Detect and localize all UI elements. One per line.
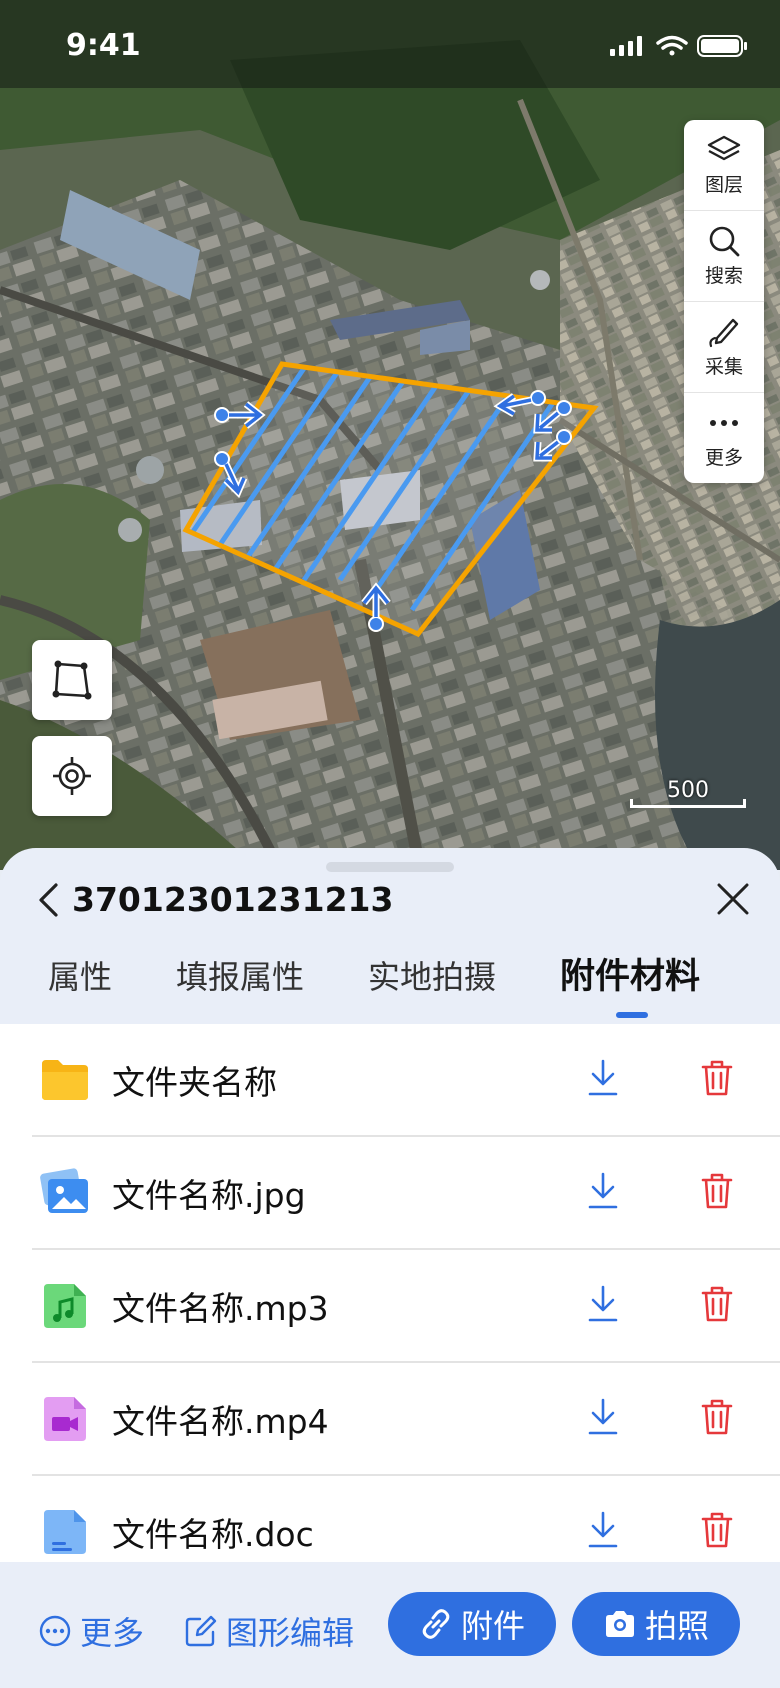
file-name: 文件夹名称 bbox=[112, 1063, 277, 1102]
attachment-list: 文件夹名称 文件名称.jpg 文件名称.mp3 文件名称.mp4 文件名称.do… bbox=[0, 1024, 780, 1564]
search-icon bbox=[709, 226, 740, 256]
attachment-button[interactable]: 附件 bbox=[388, 1592, 556, 1656]
take-photo-label: 拍照 bbox=[644, 1607, 709, 1645]
locate-icon bbox=[53, 757, 91, 795]
tool-more[interactable]: 更多 bbox=[684, 393, 764, 483]
cellular-signal-icon bbox=[610, 36, 642, 56]
trash-icon[interactable] bbox=[700, 1284, 734, 1324]
tab-field-photos[interactable]: 实地拍摄 bbox=[368, 952, 496, 998]
file-name: 文件名称.doc bbox=[112, 1515, 314, 1554]
polygon-draw-icon bbox=[52, 660, 92, 700]
tool-layers[interactable]: 图层 bbox=[684, 120, 764, 211]
download-icon[interactable] bbox=[586, 1171, 620, 1211]
trash-icon[interactable] bbox=[700, 1510, 734, 1550]
edit-icon bbox=[185, 1615, 217, 1647]
trash-icon[interactable] bbox=[700, 1397, 734, 1437]
back-button[interactable] bbox=[36, 882, 60, 922]
detail-sheet: 37012301231213 属性 填报属性 实地拍摄 附件材料 文件夹名称 文… bbox=[0, 848, 780, 1688]
tool-collect[interactable]: 采集 bbox=[684, 302, 764, 393]
take-photo-button[interactable]: 拍照 bbox=[572, 1592, 740, 1656]
tab-reported-attributes[interactable]: 填报属性 bbox=[176, 952, 304, 998]
status-time: 9:41 bbox=[66, 28, 141, 63]
tool-search[interactable]: 搜索 bbox=[684, 211, 764, 302]
tool-label: 搜索 bbox=[704, 264, 743, 287]
map-scale-bar: 500 bbox=[628, 778, 748, 812]
trash-icon[interactable] bbox=[700, 1058, 734, 1098]
locate-me-button[interactable] bbox=[32, 736, 112, 816]
battery-icon bbox=[697, 35, 747, 57]
tab-bar: 属性 填报属性 实地拍摄 附件材料 bbox=[0, 952, 780, 1022]
attachment-label: 附件 bbox=[460, 1607, 525, 1645]
parcel-id-title: 37012301231213 bbox=[72, 880, 394, 919]
status-bar: 9:41 bbox=[0, 0, 780, 88]
more-circle-icon bbox=[39, 1615, 71, 1647]
doc-file-icon bbox=[44, 1510, 86, 1554]
more-button[interactable]: 更多 bbox=[38, 1608, 144, 1654]
layers-icon bbox=[707, 135, 741, 160]
file-name: 文件名称.mp4 bbox=[112, 1402, 329, 1441]
system-indicators bbox=[610, 34, 750, 62]
close-icon bbox=[717, 883, 749, 915]
download-icon[interactable] bbox=[586, 1284, 620, 1324]
list-item[interactable]: 文件名称.mp4 bbox=[32, 1363, 780, 1476]
list-item[interactable]: 文件名称.jpg bbox=[32, 1137, 780, 1250]
video-file-icon bbox=[44, 1397, 86, 1441]
music-file-icon bbox=[44, 1284, 86, 1328]
tab-attributes[interactable]: 属性 bbox=[48, 952, 112, 998]
file-name: 文件名称.jpg bbox=[112, 1176, 306, 1215]
active-tab-indicator bbox=[616, 1012, 648, 1018]
file-name: 文件名称.mp3 bbox=[112, 1289, 329, 1328]
scale-ruler bbox=[630, 799, 746, 808]
download-icon[interactable] bbox=[586, 1510, 620, 1550]
shape-edit-button[interactable]: 图形编辑 bbox=[184, 1608, 354, 1654]
pen-icon bbox=[709, 318, 739, 347]
tab-attachments[interactable]: 附件材料 bbox=[560, 948, 700, 999]
camera-icon bbox=[605, 1611, 634, 1637]
download-icon[interactable] bbox=[586, 1397, 620, 1437]
map-tool-rail: 图层 搜索 采集 更多 bbox=[684, 120, 764, 483]
shape-edit-label: 图形编辑 bbox=[226, 1614, 355, 1652]
tool-label: 采集 bbox=[704, 355, 743, 378]
image-file-icon bbox=[40, 1168, 88, 1213]
sheet-header: 37012301231213 bbox=[0, 870, 780, 930]
parcel-polygon[interactable] bbox=[0, 0, 780, 870]
wifi-icon bbox=[656, 35, 688, 56]
list-item[interactable]: 文件名称.doc bbox=[32, 1476, 780, 1564]
trash-icon[interactable] bbox=[700, 1171, 734, 1211]
close-button[interactable] bbox=[716, 882, 750, 920]
more-dots-icon bbox=[710, 419, 738, 426]
list-item[interactable]: 文件夹名称 bbox=[32, 1024, 780, 1137]
map-view[interactable]: 9:41 图层 搜索 采集 更多 500 bbox=[0, 0, 780, 870]
tool-label: 更多 bbox=[704, 446, 743, 469]
more-label: 更多 bbox=[80, 1614, 145, 1652]
bottom-action-bar: 更多 图形编辑 附件 拍照 bbox=[0, 1562, 780, 1688]
link-icon bbox=[422, 1609, 450, 1639]
folder-icon bbox=[42, 1060, 88, 1100]
tool-label: 图层 bbox=[704, 173, 743, 196]
draw-polygon-button[interactable] bbox=[32, 640, 112, 720]
chevron-left-icon bbox=[39, 883, 58, 917]
download-icon[interactable] bbox=[586, 1058, 620, 1098]
list-item[interactable]: 文件名称.mp3 bbox=[32, 1250, 780, 1363]
